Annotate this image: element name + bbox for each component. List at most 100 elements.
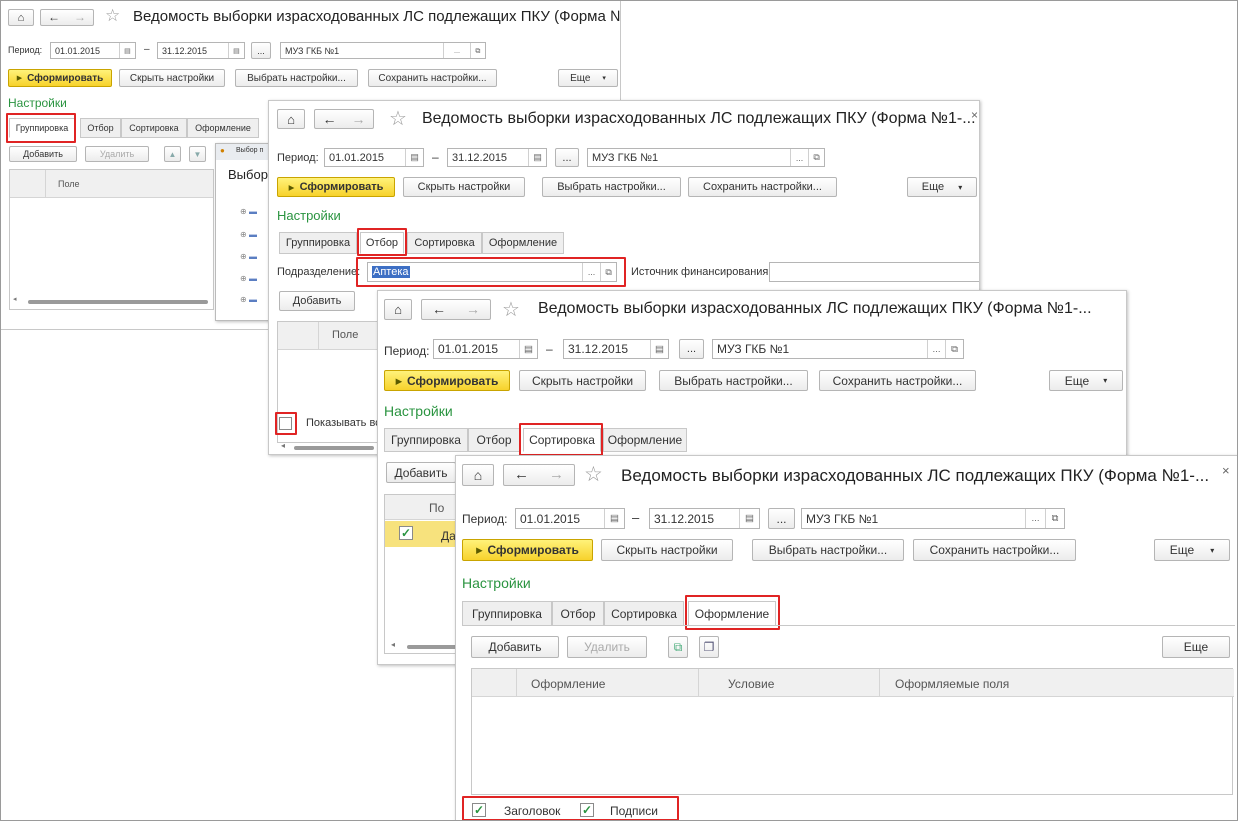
- open-link-icon[interactable]: ⧉: [600, 263, 616, 281]
- star-icon[interactable]: ☆: [502, 297, 520, 322]
- home-button[interactable]: ⌂: [384, 299, 412, 320]
- arrow-right-icon[interactable]: →: [67, 10, 93, 25]
- date-from-field[interactable]: 01.01.2015 ▤: [515, 508, 625, 529]
- generate-button[interactable]: ▶ Сформировать: [462, 539, 593, 561]
- signatures-checkbox[interactable]: ✓: [580, 803, 594, 817]
- choose-settings-button[interactable]: Выбрать настройки...: [542, 177, 681, 197]
- ellipsis-icon[interactable]: ...: [443, 43, 471, 58]
- home-button[interactable]: ⌂: [8, 9, 34, 26]
- sort-row-checkbox[interactable]: ✓: [399, 526, 413, 540]
- hide-settings-button[interactable]: Скрыть настройки: [119, 69, 225, 87]
- organization-field[interactable]: МУЗ ГКБ №1 ... ⧉: [280, 42, 486, 59]
- period-choose-button[interactable]: ...: [251, 42, 271, 59]
- add-button[interactable]: Добавить: [279, 291, 355, 311]
- arrow-right-icon[interactable]: →: [456, 300, 490, 319]
- more-button[interactable]: Еще ▾: [907, 177, 977, 197]
- date-from-field[interactable]: 01.01.2015 ▤: [433, 339, 538, 359]
- header-checkbox[interactable]: ✓: [472, 803, 486, 817]
- tree-node-icon[interactable]: ⊕ ▬: [240, 207, 257, 216]
- calendar-icon[interactable]: ▤: [604, 509, 624, 528]
- hide-settings-button[interactable]: Скрыть настройки: [403, 177, 525, 197]
- generate-button[interactable]: ▶ Сформировать: [8, 69, 112, 87]
- more-button[interactable]: Еще ▾: [558, 69, 618, 87]
- calendar-icon[interactable]: ▤: [228, 43, 244, 58]
- period-choose-button[interactable]: ...: [768, 508, 795, 529]
- scroll-left-icon[interactable]: ◂: [391, 640, 395, 649]
- grouping-table[interactable]: Поле ◂: [9, 169, 214, 310]
- tab-grouping[interactable]: Группировка: [462, 601, 552, 626]
- open-link-icon[interactable]: ⧉: [471, 43, 485, 58]
- home-button[interactable]: ⌂: [277, 109, 305, 129]
- tab-filter[interactable]: Отбор: [468, 428, 520, 452]
- more-actions-button[interactable]: Еще: [1162, 636, 1230, 658]
- date-to-field[interactable]: 31.12.2015 ▤: [157, 42, 245, 59]
- tab-sorting[interactable]: Сортировка: [604, 601, 684, 626]
- open-link-icon[interactable]: ⧉: [945, 340, 963, 358]
- ellipsis-icon[interactable]: ...: [1025, 509, 1045, 528]
- tab-design[interactable]: Оформление: [187, 118, 259, 138]
- ellipsis-icon[interactable]: ...: [582, 263, 600, 281]
- home-button[interactable]: ⌂: [462, 464, 494, 486]
- save-settings-button[interactable]: Сохранить настройки...: [819, 370, 976, 391]
- open-link-icon[interactable]: ⧉: [1045, 509, 1064, 528]
- calendar-icon[interactable]: ▤: [739, 509, 759, 528]
- tab-filter[interactable]: Отбор: [360, 232, 404, 254]
- date-from-field[interactable]: 01.01.2015 ▤: [50, 42, 136, 59]
- calendar-icon[interactable]: ▤: [528, 149, 546, 166]
- subdivision-field[interactable]: Аптека ... ⧉: [367, 262, 617, 282]
- delete-button[interactable]: Удалить: [567, 636, 647, 658]
- generate-button[interactable]: ▶ Сформировать: [384, 370, 510, 391]
- open-link-icon[interactable]: ⧉: [808, 149, 824, 166]
- period-choose-button[interactable]: ...: [555, 148, 579, 167]
- star-icon[interactable]: ☆: [105, 6, 120, 26]
- calendar-icon[interactable]: ▤: [405, 149, 423, 166]
- tab-grouping[interactable]: Группировка: [9, 118, 75, 138]
- more-button[interactable]: Еще ▾: [1154, 539, 1230, 561]
- save-settings-button[interactable]: Сохранить настройки...: [688, 177, 837, 197]
- organization-field[interactable]: МУЗ ГКБ №1 ... ⧉: [712, 339, 964, 359]
- hide-settings-button[interactable]: Скрыть настройки: [519, 370, 646, 391]
- date-to-field[interactable]: 31.12.2015 ▤: [563, 339, 669, 359]
- arrow-left-icon[interactable]: ←: [315, 110, 344, 128]
- tree-node-icon[interactable]: ⊕ ▬: [240, 295, 257, 304]
- calendar-icon[interactable]: ▤: [519, 340, 537, 358]
- date-to-field[interactable]: 31.12.2015 ▤: [649, 508, 760, 529]
- arrow-right-icon[interactable]: →: [344, 110, 373, 128]
- arrow-right-icon[interactable]: →: [539, 465, 574, 485]
- scroll-left-icon[interactable]: ◂: [281, 441, 285, 450]
- move-down-button[interactable]: ▼: [189, 146, 206, 162]
- tab-sorting[interactable]: Сортировка: [523, 428, 601, 452]
- ellipsis-icon[interactable]: ...: [790, 149, 808, 166]
- save-settings-button[interactable]: Сохранить настройки...: [913, 539, 1076, 561]
- star-icon[interactable]: ☆: [584, 462, 603, 487]
- sorting-table[interactable]: По ✓ Да ◂: [384, 494, 465, 654]
- more-button[interactable]: Еще ▾: [1049, 370, 1123, 391]
- arrow-left-icon[interactable]: ←: [504, 465, 539, 485]
- hide-settings-button[interactable]: Скрыть настройки: [601, 539, 733, 561]
- source-field[interactable]: [769, 262, 979, 282]
- period-choose-button[interactable]: ...: [679, 339, 704, 359]
- organization-field[interactable]: МУЗ ГКБ №1 ... ⧉: [801, 508, 1065, 529]
- add-button[interactable]: Добавить: [386, 462, 456, 483]
- tree-node-icon[interactable]: ⊕ ▬: [240, 252, 257, 261]
- choose-settings-button[interactable]: Выбрать настройки...: [235, 69, 358, 87]
- show-all-checkbox[interactable]: [279, 417, 292, 430]
- tree-node-icon[interactable]: ⊕ ▬: [240, 274, 257, 283]
- tab-filter[interactable]: Отбор: [80, 118, 121, 138]
- star-icon[interactable]: ☆: [389, 106, 407, 131]
- tab-design[interactable]: Оформление: [482, 232, 564, 254]
- horizontal-scrollbar[interactable]: [28, 300, 208, 304]
- date-from-field[interactable]: 01.01.2015 ▤: [324, 148, 424, 167]
- close-icon[interactable]: ×: [1222, 463, 1230, 478]
- horizontal-scrollbar[interactable]: [294, 446, 374, 450]
- calendar-icon[interactable]: ▤: [119, 43, 135, 58]
- save-settings-button[interactable]: Сохранить настройки...: [368, 69, 497, 87]
- tab-filter[interactable]: Отбор: [552, 601, 604, 626]
- copy-format-button[interactable]: ⧉: [668, 636, 688, 658]
- choose-settings-button[interactable]: Выбрать настройки...: [752, 539, 904, 561]
- close-icon[interactable]: ×: [971, 108, 978, 122]
- tab-design[interactable]: Оформление: [688, 601, 776, 626]
- ellipsis-icon[interactable]: ...: [927, 340, 945, 358]
- tab-sorting[interactable]: Сортировка: [407, 232, 482, 254]
- choose-settings-button[interactable]: Выбрать настройки...: [659, 370, 808, 391]
